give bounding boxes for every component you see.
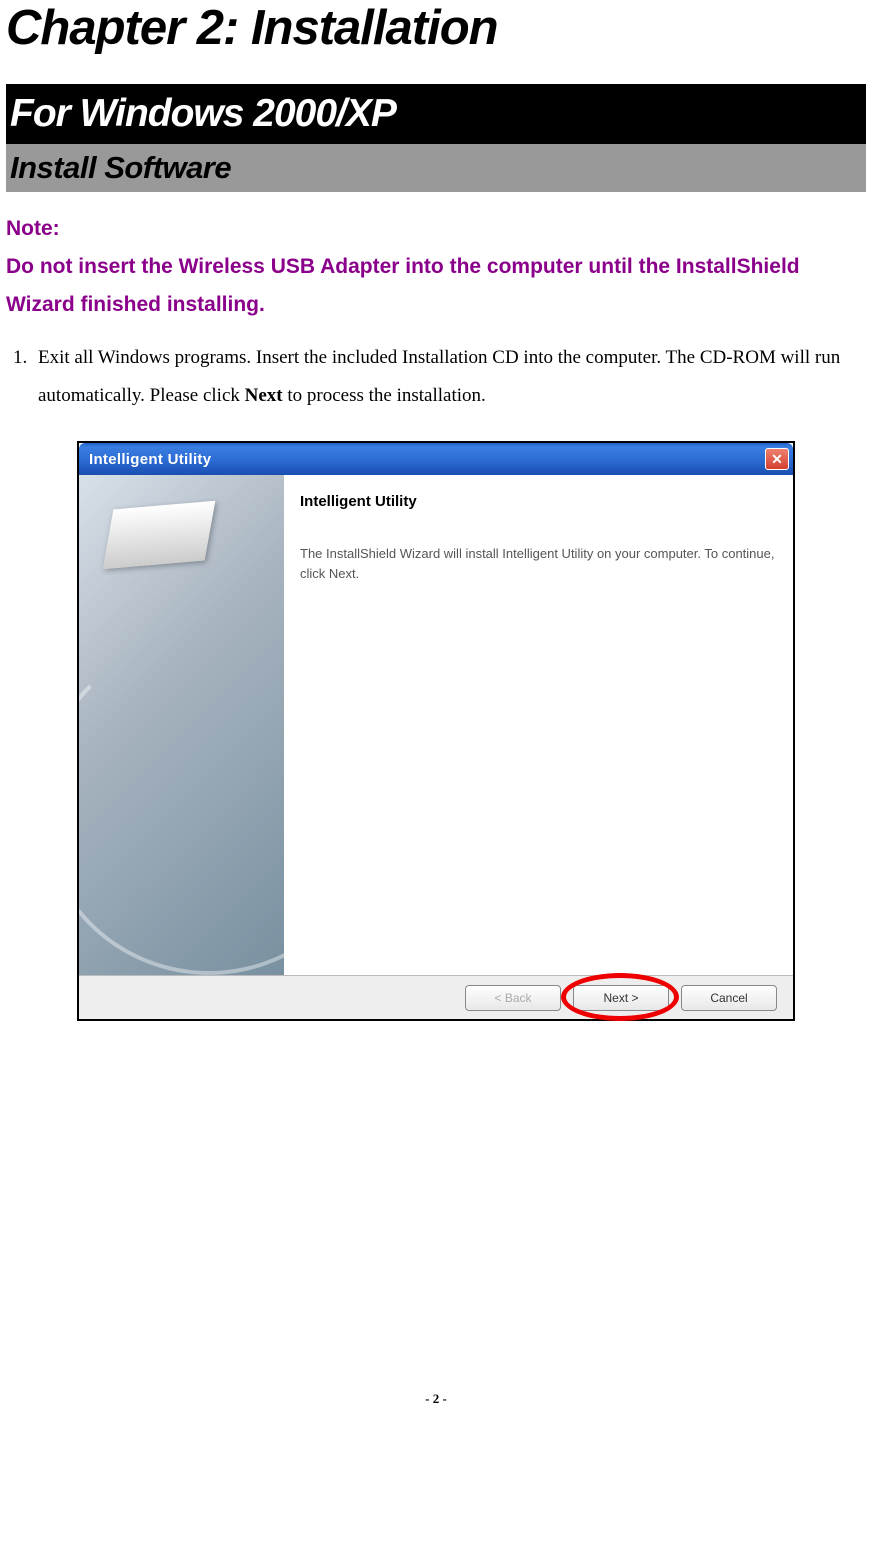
page-number: - 2 -: [6, 1391, 866, 1417]
xp-sidebar-graphic: [79, 475, 284, 975]
installer-screenshot: Intelligent Utility ✕ Intelligent Utilit…: [77, 441, 795, 1021]
xp-button-bar: < Back Next > Cancel: [79, 975, 793, 1019]
xp-content-text: The InstallShield Wizard will install In…: [300, 544, 777, 583]
step-list: Exit all Windows programs. Insert the in…: [6, 339, 866, 415]
xp-content-pane: Intelligent Utility The InstallShield Wi…: [284, 475, 793, 975]
next-button[interactable]: Next >: [573, 985, 669, 1011]
sidebar-swoosh-icon: [79, 635, 284, 975]
cancel-button[interactable]: Cancel: [681, 985, 777, 1011]
xp-content-title: Intelligent Utility: [300, 493, 777, 510]
next-button-highlight: Next >: [573, 985, 669, 1011]
xp-titlebar: Intelligent Utility ✕: [79, 443, 793, 475]
xp-dialog-body: Intelligent Utility The InstallShield Wi…: [79, 475, 793, 975]
section-heading-os: For Windows 2000/XP: [6, 84, 866, 144]
step-1-text-b: to process the installation.: [283, 385, 486, 406]
xp-titlebar-text: Intelligent Utility: [89, 451, 211, 468]
section-heading-install: Install Software: [6, 144, 866, 192]
step-1-bold: Next: [245, 385, 283, 406]
chapter-title: Chapter 2: Installation: [6, 0, 866, 56]
step-1: Exit all Windows programs. Insert the in…: [32, 339, 866, 415]
back-button: < Back: [465, 985, 561, 1011]
note-label: Note:: [6, 210, 866, 248]
close-button[interactable]: ✕: [765, 448, 789, 470]
sidebar-box-icon: [103, 501, 216, 569]
close-icon: ✕: [771, 451, 783, 468]
note-text: Do not insert the Wireless USB Adapter i…: [6, 248, 866, 324]
note-block: Note: Do not insert the Wireless USB Ada…: [6, 210, 866, 323]
